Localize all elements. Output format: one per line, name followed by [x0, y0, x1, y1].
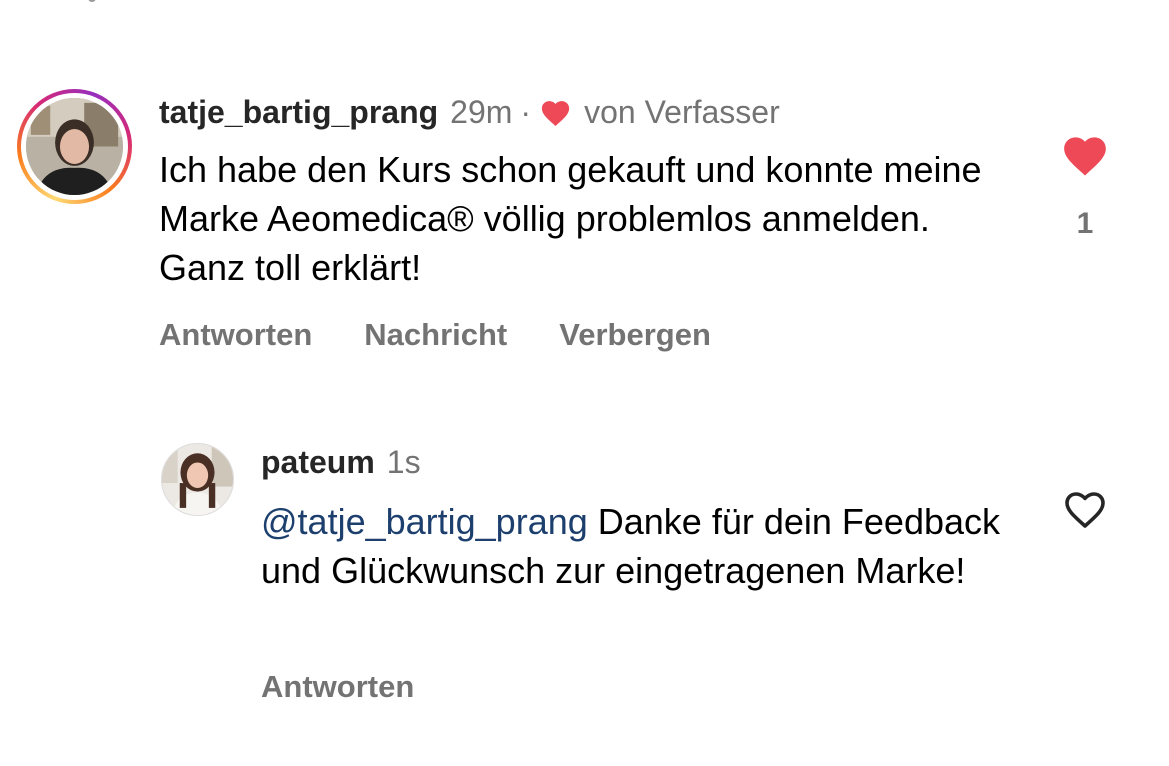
separator-dot: ·	[520, 94, 532, 130]
comment-like-button[interactable]	[1060, 131, 1110, 177]
heart-outline-icon	[1065, 492, 1105, 528]
comment-actions: Antworten Nachricht Verbergen	[159, 313, 711, 357]
reply-reply-button[interactable]: Antworten	[261, 669, 414, 704]
like-count[interactable]: 1	[1060, 202, 1110, 246]
reply-username[interactable]: pateum	[261, 441, 375, 483]
avatar	[26, 98, 123, 195]
avatar-photo-icon	[162, 444, 233, 515]
message-button[interactable]: Nachricht	[364, 313, 507, 357]
comment-header: tatje_bartig_prang 29m · von Verfasser	[159, 91, 780, 133]
reply-text-container: @tatje_bartig_prang Danke für dein Feedb…	[261, 497, 1021, 595]
cropped-top-element	[88, 0, 96, 2]
mention-link[interactable]: @tatje_bartig_prang	[261, 501, 588, 542]
reply-header: pateum 1s	[261, 441, 421, 483]
comment-text: Ich habe den Kurs schon gekauft und konn…	[159, 149, 982, 288]
comment-timestamp: 29m	[450, 94, 513, 130]
reply-avatar[interactable]	[161, 443, 234, 516]
avatar-story-ring[interactable]	[17, 89, 132, 204]
comment-username[interactable]: tatje_bartig_prang	[159, 91, 438, 133]
avatar-photo-icon	[26, 98, 123, 195]
heart-filled-icon	[539, 97, 572, 127]
heart-filled-icon	[1064, 137, 1106, 176]
comments-thread: tatje_bartig_prang 29m · von Verfasser I…	[0, 0, 1169, 766]
reply-like-button[interactable]	[1060, 486, 1110, 530]
liked-by-author-label: von Verfasser	[584, 94, 780, 130]
reply-button[interactable]: Antworten	[159, 313, 312, 357]
hide-button[interactable]: Verbergen	[559, 313, 711, 357]
reply-timestamp: 1s	[386, 444, 421, 480]
reply-actions: Antworten	[261, 665, 414, 709]
